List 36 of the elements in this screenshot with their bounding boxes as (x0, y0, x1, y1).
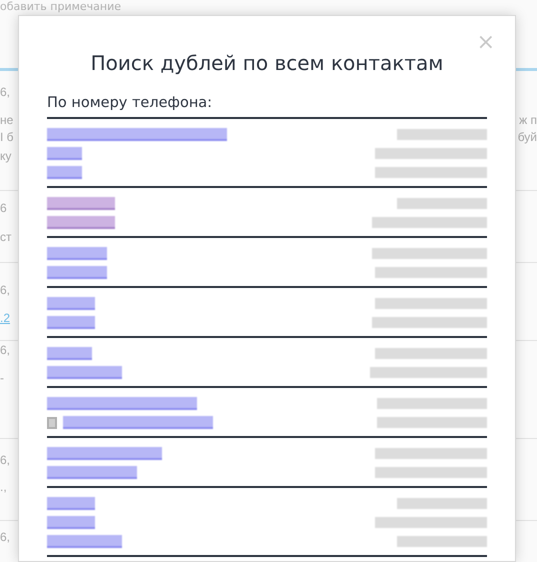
blurred-contact-link[interactable] (47, 397, 197, 410)
blurred-contact-link[interactable] (47, 297, 95, 310)
background-text: I б (0, 129, 14, 145)
blurred-contact-link[interactable] (47, 128, 227, 141)
background-text: ку (0, 148, 12, 164)
blurred-contact-link[interactable] (47, 497, 95, 510)
blurred-contact-link[interactable] (47, 216, 115, 229)
background-text: ., (0, 479, 8, 495)
blurred-contact-link[interactable] (47, 147, 82, 160)
blurred-contact-link[interactable] (47, 447, 162, 460)
blurred-contact-link[interactable] (47, 516, 95, 529)
background-text: - (0, 370, 5, 386)
blurred-contact-link[interactable] (47, 197, 115, 210)
dialog-title: Поиск дублей по всем контактам (90, 50, 444, 77)
background-text: 6, (0, 452, 12, 468)
background-text: ст (0, 229, 12, 245)
background-text: буй (518, 129, 537, 145)
blurred-contact-link[interactable] (47, 366, 122, 379)
blurred-contact-link[interactable] (47, 247, 107, 260)
background-text: 6, (0, 529, 12, 545)
blurred-contact-link[interactable] (47, 166, 82, 179)
background-text: не (0, 112, 14, 128)
blurred-contact-link[interactable] (47, 316, 95, 329)
background-text: 6 (0, 200, 8, 216)
background-text: 6, (0, 84, 12, 100)
blurred-contact-link[interactable] (47, 535, 122, 548)
background-text: ж п (519, 112, 537, 128)
close-button[interactable]: × (476, 32, 495, 54)
background-text: обавить примечание (0, 0, 122, 14)
background-text: 6, (0, 282, 12, 298)
blurred-contact-link[interactable] (47, 466, 137, 479)
section-label: По номеру телефона: (47, 95, 487, 119)
background-text: 6, (0, 342, 12, 358)
blurred-contact-link[interactable] (63, 416, 213, 429)
blurred-contact-link[interactable] (47, 347, 92, 360)
blurred-contact-link[interactable] (47, 266, 107, 279)
